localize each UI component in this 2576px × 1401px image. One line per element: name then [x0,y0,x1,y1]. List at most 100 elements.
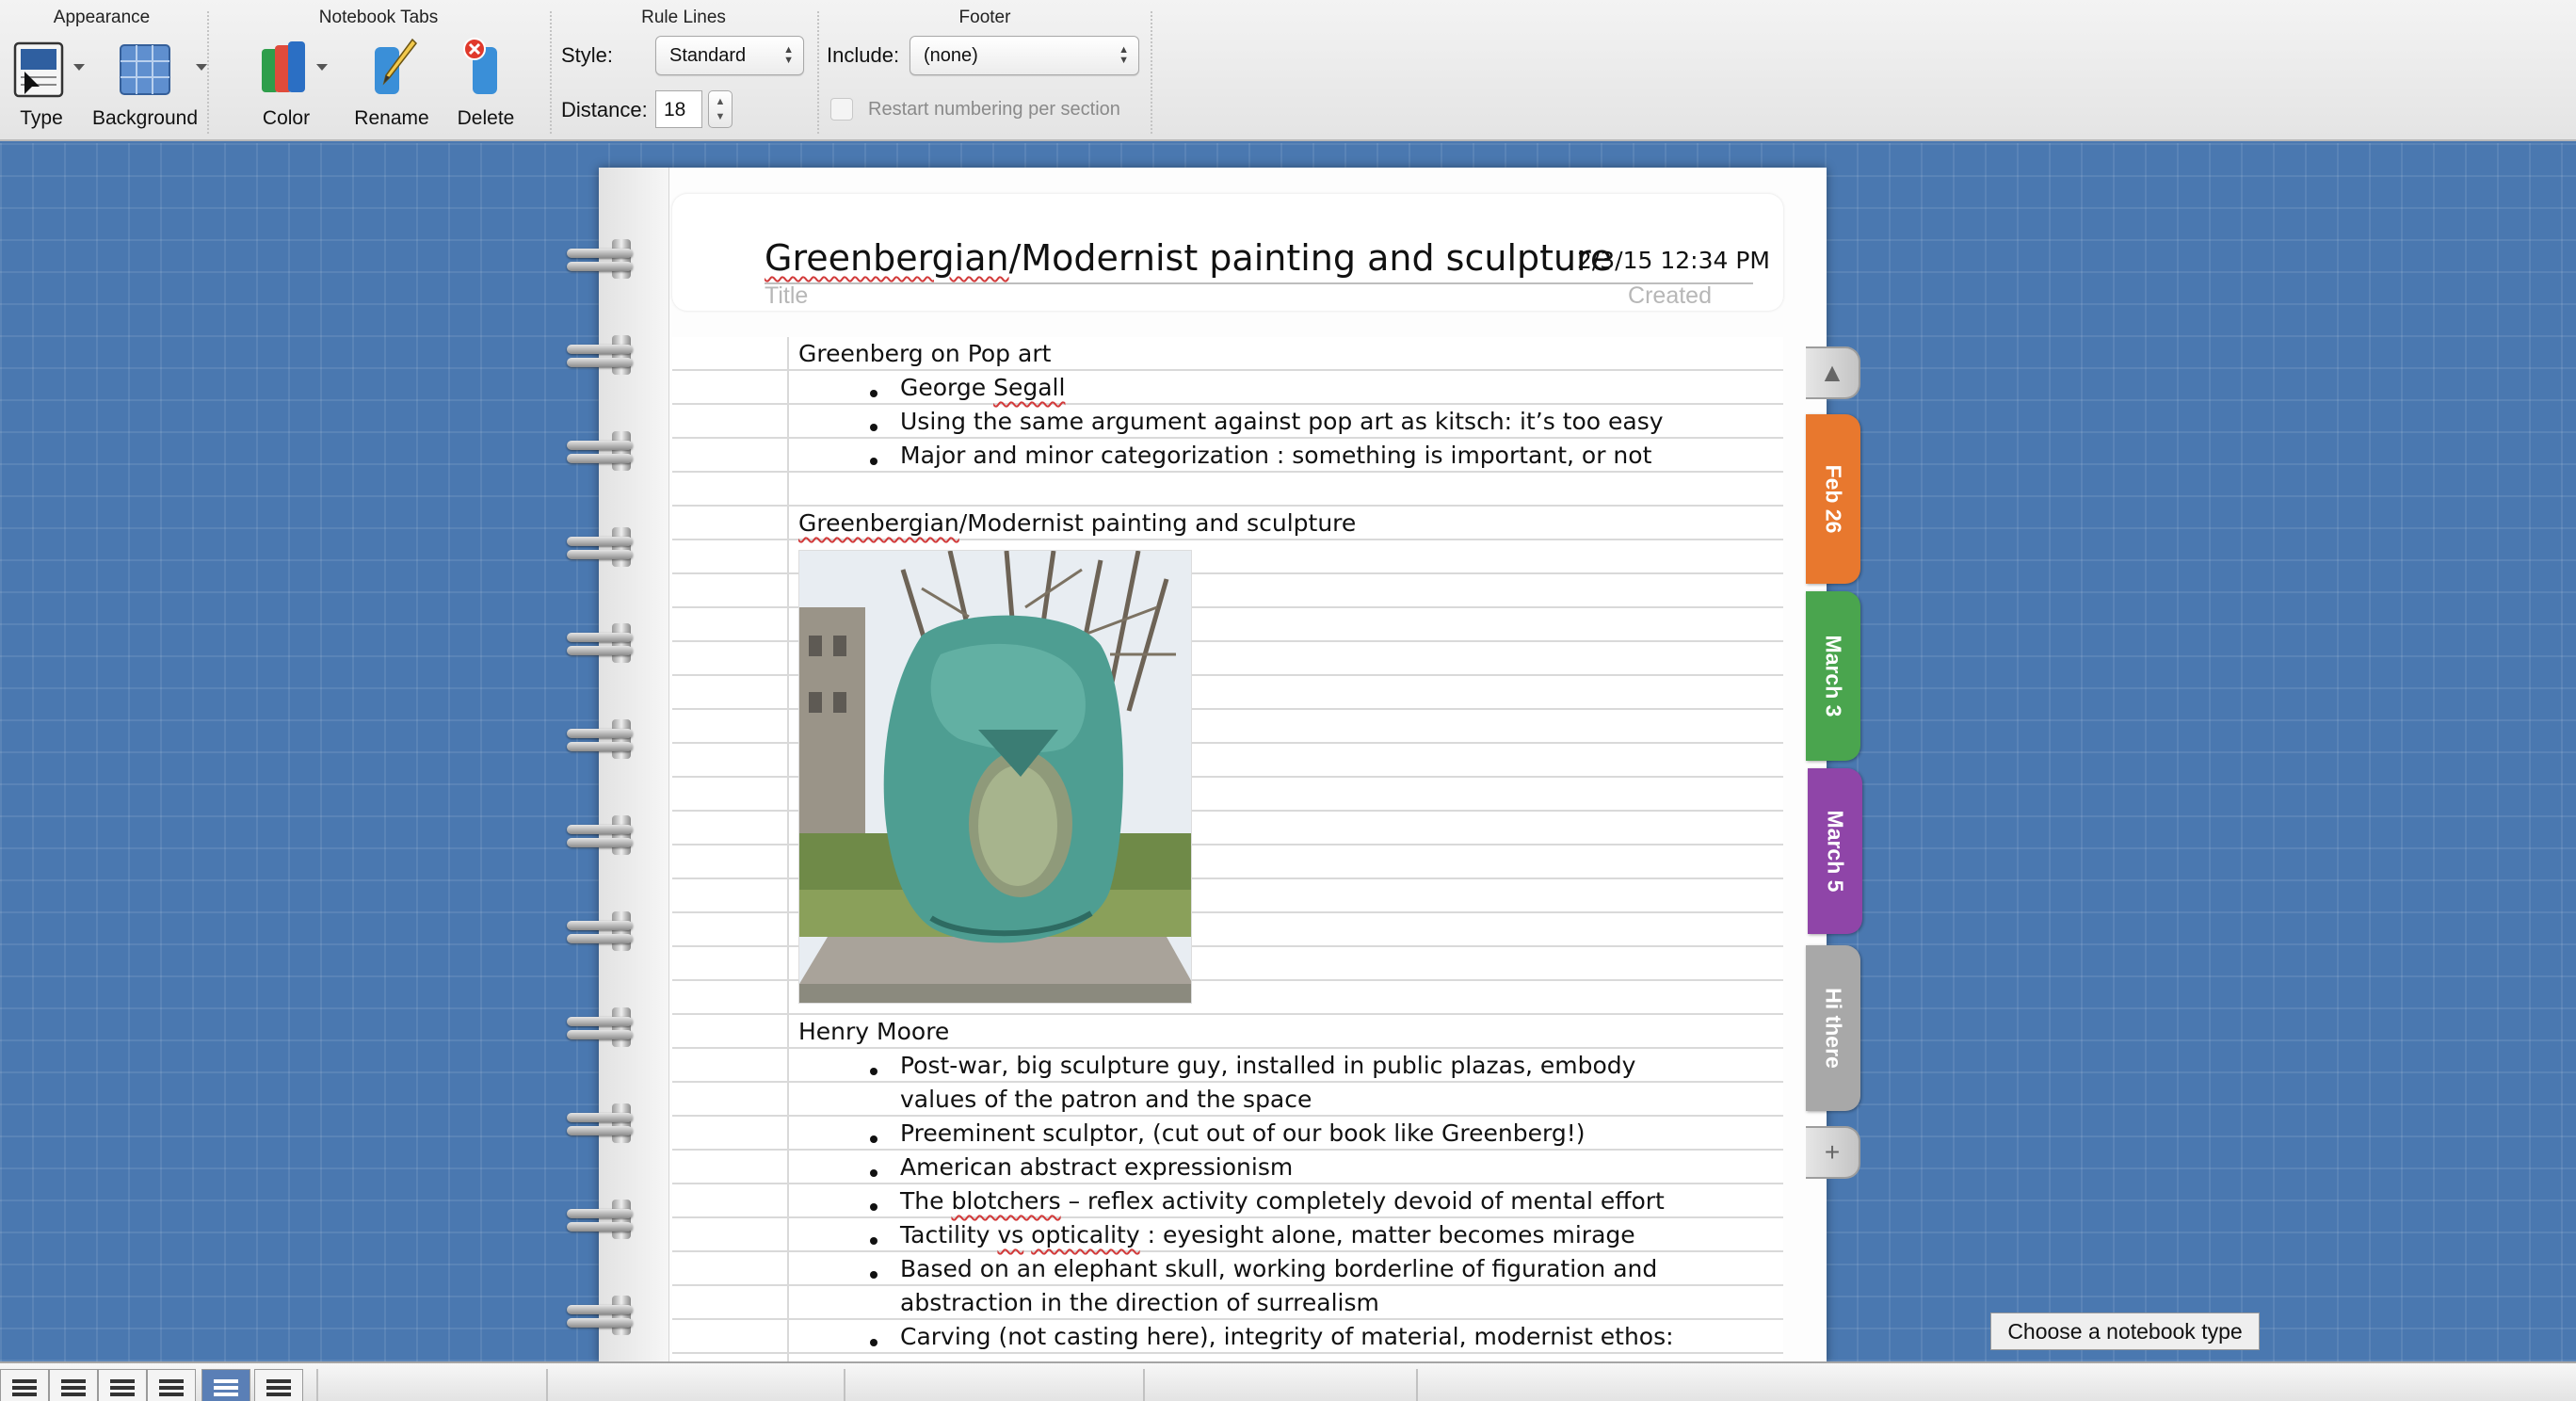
footer-group-title: Footer [958,8,1011,27]
bullet-point [870,1135,877,1143]
distance-input[interactable]: 18 [655,90,702,128]
bullet-blotchers: The blotchers – reflex activity complete… [900,1187,1665,1215]
distance-stepper[interactable]: ▲ ▼ [708,90,733,128]
bullet-abstract-expressionism: American abstract expressionism [900,1153,1294,1181]
status-separator [1416,1369,1418,1401]
created-hint-label: Created [1628,282,1712,309]
spiral-ring [567,1296,635,1335]
status-bar [0,1361,2576,1401]
title-underline [765,282,1753,284]
rule-style-value: Standard [669,45,747,66]
spiral-ring [567,1103,635,1143]
bullet-point [870,1169,877,1177]
select-arrows-icon: ▲ ▼ [1119,44,1129,66]
choose-notebook-type-button[interactable]: Choose a notebook type [1990,1312,2260,1350]
tab-label: March 5 [1823,810,1848,893]
bullet-elephant-skull: Based on an elephant skull, working bord… [900,1255,1658,1282]
status-separator [844,1369,845,1401]
type-button[interactable]: Type [0,36,98,130]
bullet-segall: George Segall [900,374,1066,401]
bullet-kitsch: Using the same argument against pop art … [900,408,1664,435]
heading-henry-moore: Henry Moore [798,1018,950,1045]
spiral-ring [567,1007,635,1047]
bullet-carving: Carving (not casting here), integrity of… [900,1323,1674,1350]
footer-include-value: (none) [924,45,978,66]
notebook-type-icon [11,36,85,102]
footer-group: Footer Include: (none) ▲ ▼ Restart number… [821,0,1149,141]
spiral-ring [567,1200,635,1239]
tab-march-5[interactable]: March 5 [1808,768,1862,934]
view-normal-button[interactable] [0,1369,49,1401]
spiral-ring [567,239,635,279]
style-label: Style: [561,43,614,67]
bullet-point [870,1271,877,1279]
restart-numbering-checkbox[interactable] [830,98,853,121]
include-label: Include: [827,43,900,67]
rule-lines-group-title: Rule Lines [641,8,726,27]
view-outline-button[interactable] [49,1369,98,1401]
appearance-group: Appearance Type Background [0,0,207,141]
title-misspelled-word: Greenbergian [765,237,1009,279]
tab-feb-26[interactable]: Feb 26 [1806,414,1860,584]
spiral-ring [567,623,635,663]
ribbon-toolbar: Appearance Type Background Notebook Tabs… [0,0,2576,141]
rule-style-select[interactable]: Standard ▲ ▼ [655,36,804,75]
status-separator [316,1369,318,1401]
publishing-view-icon [110,1379,135,1383]
spiral-ring [567,335,635,375]
heading-pop-art: Greenberg on Pop art [798,340,1052,367]
spiral-ring [567,527,635,567]
tab-label: March 3 [1821,635,1846,717]
appearance-group-title: Appearance [53,8,151,27]
color-label: Color [262,107,311,129]
bullet-point [870,1339,877,1346]
note-title-card: Greenbergian/Modernist painting and scul… [672,194,1783,311]
rename-label: Rename [354,107,429,129]
bullet-post-war-cont: values of the patron and the space [900,1086,1312,1113]
select-arrows-icon: ▲ ▼ [783,44,794,66]
spiral-ring [567,719,635,759]
created-date: 2/3/15 12:34 PM [1576,247,1770,274]
bullet-tactility: Tactility vs opticality : eyesight alone… [900,1221,1635,1248]
view-print-button[interactable] [147,1369,196,1401]
background-button[interactable]: Background [89,36,207,130]
margin-line [787,337,789,1363]
delete-tab-button[interactable]: Delete [439,36,533,130]
view-notebook-button[interactable] [201,1369,250,1401]
add-tab-button[interactable]: + [1806,1126,1860,1179]
pencil-icon [362,36,422,102]
spiral-ring [567,815,635,855]
tab-march-3[interactable]: March 3 [1806,591,1860,761]
tab-label: Feb 26 [1821,464,1846,534]
tab-color-button[interactable]: Color [230,36,343,130]
bullet-elephant-skull-cont: abstraction in the direction of surreali… [900,1289,1379,1316]
bullet-point [870,1203,877,1211]
tab-scroll-up-button[interactable]: ▲ [1806,346,1860,399]
heading-greenbergian: Greenbergian/Modernist painting and scul… [798,509,1357,537]
bullet-point [870,390,877,397]
rule-lines-group: Rule Lines Style: Standard ▲ ▼ Distance: … [554,0,813,141]
sculpture-photo[interactable] [798,550,1192,1004]
status-separator [546,1369,548,1401]
view-focus-button[interactable] [254,1369,303,1401]
bullet-post-war: Post-war, big sculpture guy, installed i… [900,1052,1636,1079]
tab-label: Hi there [1821,988,1846,1069]
footer-include-select[interactable]: (none) ▲ ▼ [910,36,1139,75]
bullet-point [870,1068,877,1075]
note-title-field[interactable]: Greenbergian/Modernist painting and scul… [765,237,1612,279]
background-grid-icon [115,36,207,102]
view-publishing-button[interactable] [98,1369,147,1401]
list-view-icon [12,1379,37,1383]
tab-hi-there[interactable]: Hi there [1806,945,1860,1111]
background-label: Background [91,107,199,129]
focus-view-icon [266,1379,291,1383]
title-rest: /Modernist painting and sculpture [1008,237,1613,279]
notebook-tabs-group: Notebook Tabs Color Rename Delete [211,0,546,141]
distance-label: Distance: [561,98,648,121]
type-label: Type [20,107,63,129]
print-layout-icon [159,1379,184,1383]
rename-tab-button[interactable]: Rename [345,36,439,130]
outline-view-icon [61,1379,86,1383]
restart-numbering-label: Restart numbering per section [868,99,1120,120]
spiral-ring [567,431,635,471]
